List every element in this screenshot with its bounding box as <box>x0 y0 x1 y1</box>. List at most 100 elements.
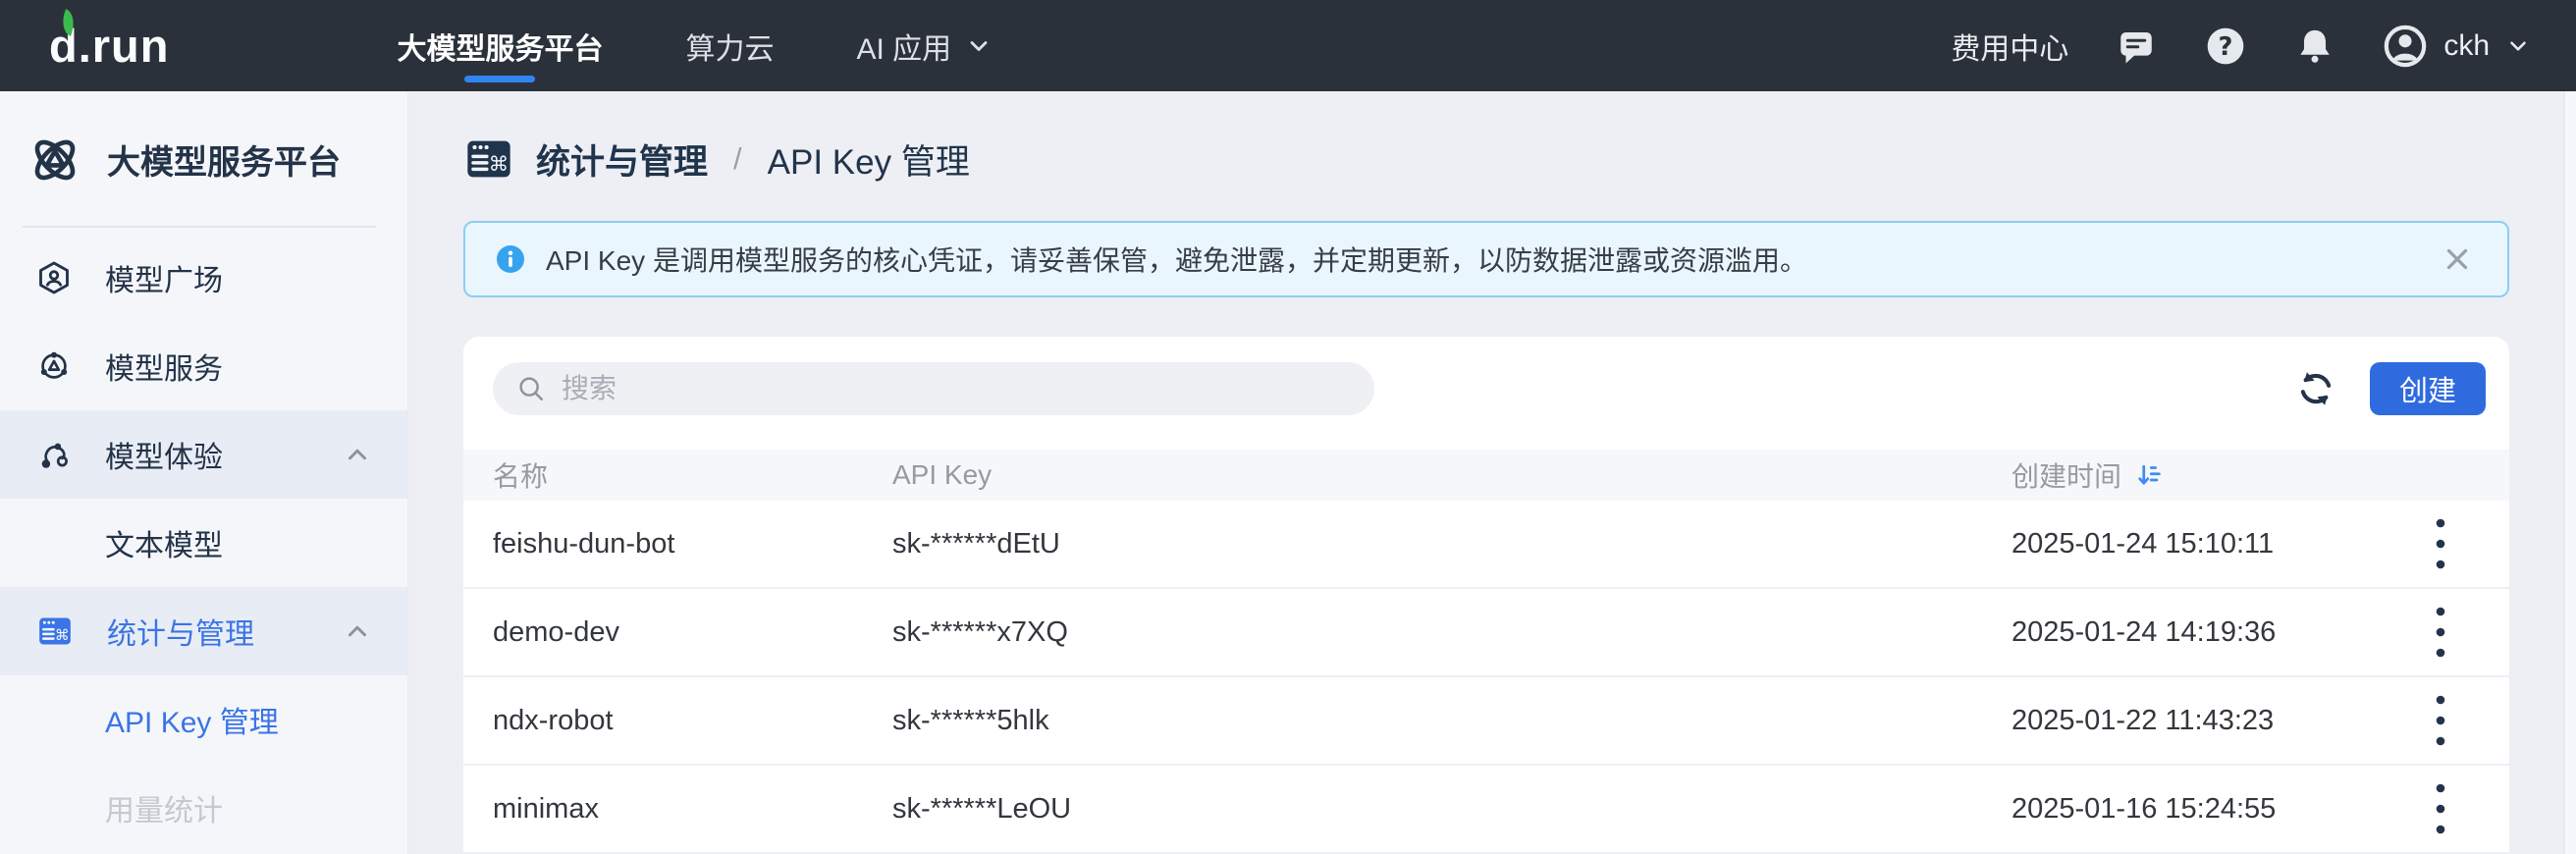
sidebar-divider <box>23 226 376 228</box>
refresh-icon <box>2295 368 2336 409</box>
model-experience-icon <box>36 437 72 472</box>
collapse-toggle[interactable] <box>343 440 372 469</box>
sidebar-subitem-label: 文本模型 <box>105 521 223 564</box>
sidebar-title: 大模型服务平台 <box>107 135 341 184</box>
message-button[interactable] <box>2116 26 2157 67</box>
sidebar-item-label: 模型体验 <box>105 433 223 476</box>
row-actions-button[interactable] <box>2435 781 2446 836</box>
row-actions-button[interactable] <box>2435 693 2446 748</box>
bell-icon <box>2294 26 2335 67</box>
alert-close-button[interactable] <box>2441 242 2474 276</box>
active-tab-indicator <box>464 76 535 82</box>
cell-created-at: 2025-01-16 15:24:55 <box>2012 793 2394 826</box>
sidebar-item-label: 统计与管理 <box>107 610 254 653</box>
tab-llm-platform-label: 大模型服务平台 <box>397 25 603 68</box>
chevron-up-icon <box>343 616 372 646</box>
sidebar-subitem-label: 用量统计 <box>105 786 223 829</box>
column-header-created-at-label: 创建时间 <box>2012 455 2121 495</box>
alert-message: API Key 是调用模型服务的核心凭证，请妥善保管，避免泄露，并定期更新，以防… <box>546 240 1807 279</box>
search-box[interactable] <box>493 362 1374 415</box>
main-content: ⌘ 统计与管理 / API Key 管理 API Key 是调用模型服务的核心凭… <box>409 91 2576 854</box>
page-title: API Key 管理 <box>768 134 970 185</box>
tab-llm-platform[interactable]: 大模型服务平台 <box>397 0 603 91</box>
table-header: 名称 API Key 创建时间 <box>463 450 2509 501</box>
column-header-created-at[interactable]: 创建时间 <box>2012 455 2394 495</box>
cell-created-at: 2025-01-24 15:10:11 <box>2012 528 2394 560</box>
username: ckh <box>2443 29 2490 63</box>
cell-api-key: sk-******x7XQ <box>892 616 2012 649</box>
cell-name: minimax <box>493 793 892 826</box>
chevron-down-icon <box>965 32 993 60</box>
breadcrumb: ⌘ 统计与管理 / API Key 管理 <box>463 91 2509 221</box>
row-actions-button[interactable] <box>2435 516 2446 571</box>
user-menu[interactable]: ckh <box>2383 24 2531 69</box>
close-icon <box>2441 242 2474 276</box>
sidebar-item-usage-stats[interactable]: 用量统计 <box>0 764 407 852</box>
cell-api-key: sk-******dEtU <box>892 528 2012 560</box>
table-row[interactable]: ndx-robot sk-******5hlk 2025-01-22 11:43… <box>463 677 2509 766</box>
info-icon <box>495 243 526 275</box>
sidebar-item-stats-management[interactable]: ⌘ 统计与管理 <box>0 587 407 675</box>
help-button[interactable]: ? <box>2204 25 2247 68</box>
sidebar-item-model-experience[interactable]: 模型体验 <box>0 410 407 499</box>
table-row[interactable]: feishu-dun-bot sk-******dEtU 2025-01-24 … <box>463 501 2509 589</box>
top-navbar: d.run 大模型服务平台 算力云 AI 应用 费用中心 <box>0 0 2576 91</box>
table-row[interactable]: demo-dev sk-******x7XQ 2025-01-24 14:19:… <box>463 589 2509 677</box>
primary-nav-tabs: 大模型服务平台 算力云 AI 应用 <box>397 0 993 91</box>
search-icon <box>516 374 546 403</box>
kebab-menu-icon <box>2435 516 2446 571</box>
stats-management-icon: ⌘ <box>463 133 514 185</box>
scrollbar[interactable] <box>2563 91 2576 854</box>
row-actions-button[interactable] <box>2435 605 2446 660</box>
help-icon: ? <box>2204 25 2247 68</box>
billing-center-link[interactable]: 费用中心 <box>1951 25 2068 68</box>
sidebar-item-label: 模型广场 <box>105 256 223 299</box>
sidebar: 大模型服务平台 模型广场 模型服务 <box>0 91 408 854</box>
cell-created-at: 2025-01-22 11:43:23 <box>2012 705 2394 737</box>
tab-ai-apps[interactable]: AI 应用 <box>856 0 993 91</box>
api-key-info-alert: API Key 是调用模型服务的核心凭证，请妥善保管，避免泄露，并定期更新，以防… <box>463 221 2509 297</box>
sidebar-header: 大模型服务平台 <box>0 113 407 206</box>
create-button[interactable]: 创建 <box>2370 362 2486 415</box>
breadcrumb-section[interactable]: 统计与管理 <box>536 134 708 185</box>
svg-text:⌘: ⌘ <box>55 626 70 644</box>
cell-created-at: 2025-01-24 14:19:36 <box>2012 616 2394 649</box>
kebab-menu-icon <box>2435 693 2446 748</box>
column-header-name[interactable]: 名称 <box>493 455 892 495</box>
cell-name: demo-dev <box>493 616 892 649</box>
collapse-toggle[interactable] <box>343 616 372 646</box>
svg-text:?: ? <box>2219 32 2233 62</box>
notifications-button[interactable] <box>2294 26 2335 67</box>
avatar-icon <box>2383 24 2428 69</box>
drun-logo[interactable]: d.run <box>49 19 169 73</box>
sidebar-item-model-service[interactable]: 模型服务 <box>0 322 407 410</box>
kebab-menu-icon <box>2435 781 2446 836</box>
table-row[interactable]: minimax sk-******LeOU 2025-01-16 15:24:5… <box>463 766 2509 854</box>
navbar-right-group: 费用中心 ? <box>1951 24 2531 69</box>
search-input[interactable] <box>562 373 1365 404</box>
tab-ai-apps-label: AI 应用 <box>856 25 951 68</box>
tab-compute-cloud[interactable]: 算力云 <box>685 0 774 91</box>
message-icon <box>2116 26 2157 67</box>
card-toolbar: 创建 <box>463 362 2509 415</box>
breadcrumb-separator: / <box>729 141 746 177</box>
sidebar-item-model-square[interactable]: 模型广场 <box>0 234 407 322</box>
cell-name: feishu-dun-bot <box>493 528 892 560</box>
kebab-menu-icon <box>2435 605 2446 660</box>
sidebar-subitem-label: API Key 管理 <box>105 698 279 741</box>
cell-name: ndx-robot <box>493 705 892 737</box>
refresh-button[interactable] <box>2295 368 2336 409</box>
sort-descending-icon[interactable] <box>2135 460 2165 490</box>
chevron-down-icon <box>2505 33 2531 59</box>
model-square-icon <box>36 260 72 295</box>
tab-compute-cloud-label: 算力云 <box>685 25 774 68</box>
platform-logo-icon <box>27 132 83 188</box>
sidebar-item-label: 模型服务 <box>105 345 223 388</box>
cell-api-key: sk-******LeOU <box>892 793 2012 826</box>
chevron-up-icon <box>343 440 372 469</box>
svg-text:⌘: ⌘ <box>489 152 510 176</box>
sidebar-item-text-model[interactable]: 文本模型 <box>0 499 407 587</box>
column-header-api-key[interactable]: API Key <box>892 459 2012 491</box>
api-key-card: 创建 名称 API Key 创建时间 feishu-dun-bot sk-***… <box>463 337 2509 854</box>
sidebar-item-api-key-management[interactable]: API Key 管理 <box>0 675 407 764</box>
